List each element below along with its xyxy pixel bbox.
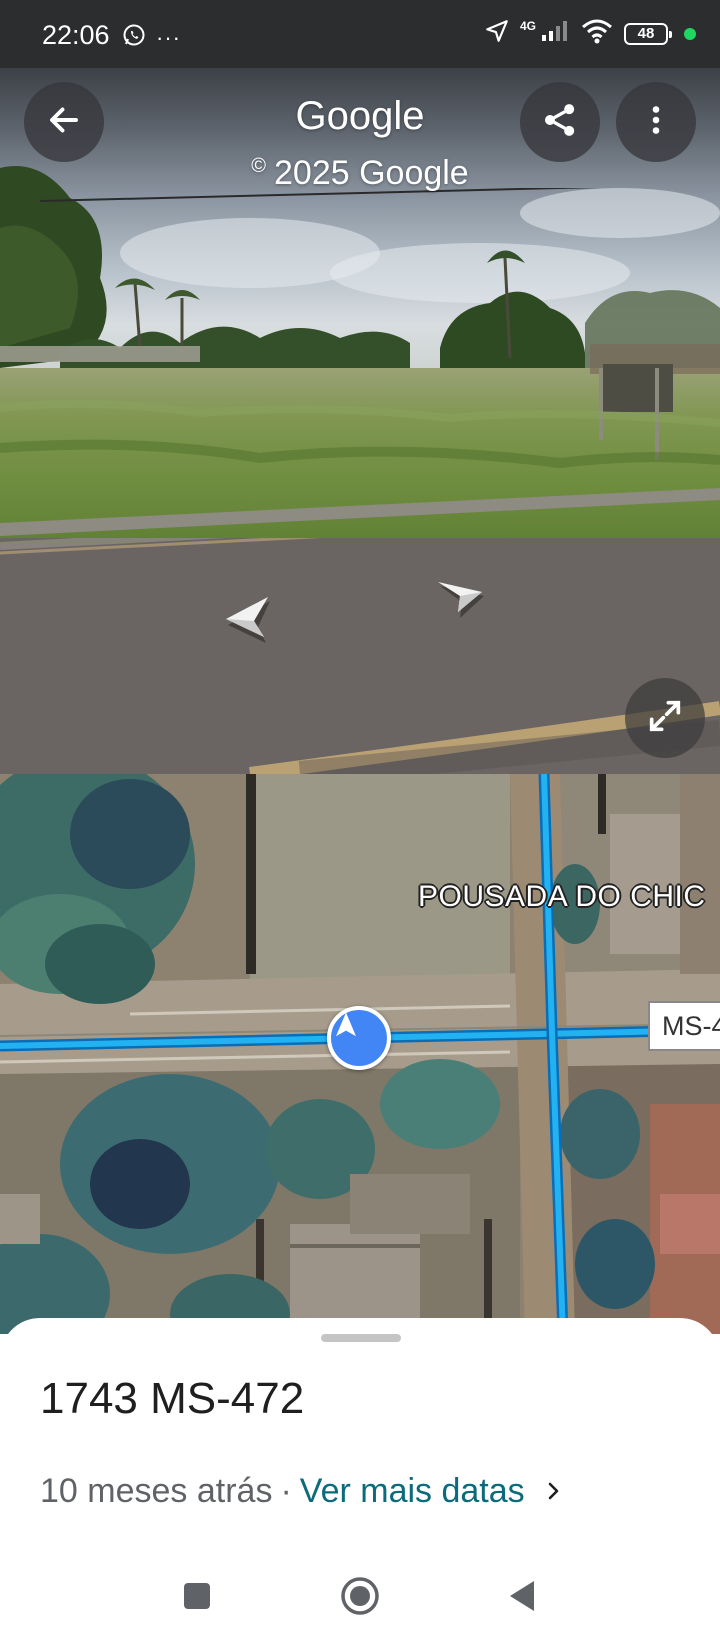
move-forward-arrow[interactable] <box>434 578 486 627</box>
imagery-provider-title: Google <box>295 94 425 138</box>
signal-icon <box>540 19 570 48</box>
system-navigation-bar <box>0 1560 720 1640</box>
drag-handle[interactable] <box>321 1334 401 1342</box>
capture-age: 10 meses atrás <box>40 1472 273 1510</box>
back-icon <box>506 1579 538 1618</box>
copyright-notice: © 2025 Google <box>251 154 469 192</box>
expand-button[interactable] <box>625 678 705 758</box>
chevron-left-icon <box>220 597 274 647</box>
more-notifications-indicator: ··· <box>156 24 181 50</box>
road <box>0 538 720 774</box>
share-button[interactable] <box>520 82 600 162</box>
see-more-dates-link[interactable]: Ver mais datas <box>300 1472 525 1511</box>
privacy-indicator-dot <box>684 27 696 40</box>
home-button[interactable] <box>336 1574 384 1622</box>
recents-icon <box>182 1581 212 1616</box>
network-type: 4G <box>519 18 536 33</box>
expand-icon <box>645 696 685 741</box>
more-vert-icon <box>638 102 674 143</box>
address-title: 1743 MS-472 <box>40 1374 305 1423</box>
wifi-icon <box>580 18 614 49</box>
status-bar: 22:06 ··· 4G 48 <box>0 0 720 68</box>
separator: · <box>280 1472 292 1510</box>
more-options-button[interactable] <box>616 82 696 162</box>
capture-date-row: 10 meses atrás · Ver mais datas <box>40 1472 563 1511</box>
road-shield-label: MS-4 <box>648 1001 720 1051</box>
system-back-button[interactable] <box>498 1574 546 1622</box>
recents-button[interactable] <box>173 1574 221 1622</box>
battery-indicator: 48 <box>624 22 672 45</box>
chevron-right-icon <box>434 582 486 626</box>
street-view-panorama[interactable]: Google © 2025 Google <box>0 68 720 774</box>
satellite-map[interactable]: POUSADA DO CHIC MS-4 <box>0 774 720 1334</box>
home-icon <box>340 1576 380 1621</box>
current-view-marker[interactable] <box>327 1006 391 1070</box>
location-arrow-icon <box>484 18 510 49</box>
whatsapp-icon <box>122 23 146 52</box>
poi-label[interactable]: POUSADA DO CHIC <box>418 880 706 914</box>
move-backward-arrow[interactable] <box>220 595 274 648</box>
chevron-right-icon[interactable] <box>545 1472 563 1511</box>
share-icon <box>540 100 580 145</box>
status-time: 22:06 <box>42 20 110 50</box>
